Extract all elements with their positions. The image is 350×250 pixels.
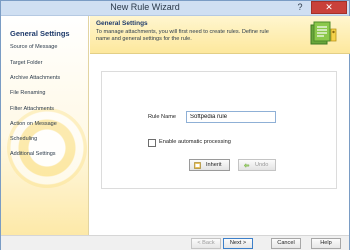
- cancel-button[interactable]: Cancel: [271, 238, 301, 249]
- sidebar-item-archive-attachments[interactable]: Archive Attachments: [10, 75, 60, 81]
- sidebar-item-source-of-message[interactable]: Source of Message: [10, 44, 57, 50]
- help-button[interactable]: Help: [311, 238, 341, 249]
- inherit-icon: [194, 162, 201, 169]
- sidebar-item-scheduling[interactable]: Scheduling: [10, 136, 37, 142]
- window-title: New Rule Wizard: [110, 2, 180, 12]
- rule-name-input[interactable]: [186, 111, 276, 123]
- sidebar-item-target-folder[interactable]: Target Folder: [10, 60, 42, 66]
- back-button[interactable]: < Back: [191, 238, 221, 249]
- page-header: General Settings To manage attachments, …: [90, 16, 350, 54]
- wizard-window: New Rule Wizard ? ✕ General Settings Sou…: [0, 0, 350, 250]
- wizard-sidebar: General Settings Source of Message Targe…: [1, 16, 89, 235]
- auto-processing-label: Enable automatic processing: [159, 139, 231, 145]
- sidebar-heading: General Settings: [10, 29, 70, 38]
- undo-label: Undo: [255, 162, 269, 168]
- sidebar-item-additional-settings[interactable]: Additional Settings: [10, 151, 56, 157]
- wizard-footer: < Back Next > Cancel Help: [1, 235, 349, 250]
- page-title: General Settings: [96, 20, 148, 27]
- sidebar-item-file-renaming[interactable]: File Renaming: [10, 90, 45, 96]
- inherit-label: Inherit: [206, 162, 222, 168]
- settings-panel: [101, 71, 337, 189]
- sidebar-item-filter-attachments[interactable]: Filter Attachments: [10, 106, 54, 112]
- inherit-button[interactable]: Inherit: [189, 159, 230, 171]
- rule-name-label: Rule Name: [148, 114, 176, 120]
- close-button[interactable]: ✕: [311, 1, 347, 14]
- next-button[interactable]: Next >: [223, 238, 253, 249]
- title-bar: New Rule Wizard ? ✕: [1, 1, 349, 16]
- rule-wizard-icon: [310, 21, 337, 45]
- undo-icon: [243, 163, 250, 168]
- undo-button[interactable]: Undo: [238, 159, 276, 171]
- title-help-button[interactable]: ?: [291, 1, 309, 14]
- page-description: To manage attachments, you will first ne…: [96, 29, 269, 42]
- auto-processing-checkbox[interactable]: [148, 139, 156, 147]
- sidebar-decoration: [7, 108, 87, 188]
- sidebar-item-action-on-message[interactable]: Action on Message: [10, 121, 57, 127]
